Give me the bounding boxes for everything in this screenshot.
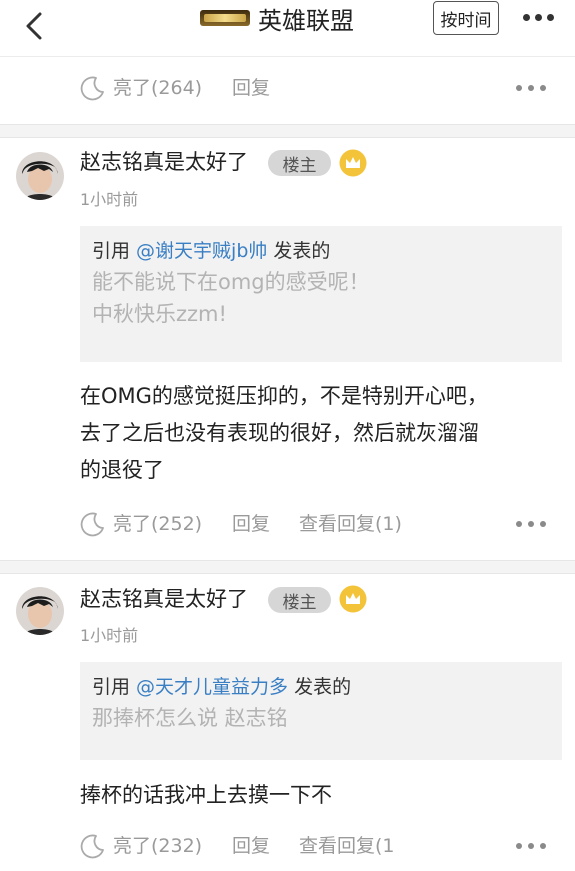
chevron-left-icon [26, 12, 42, 40]
username[interactable]: 赵志铭真是太好了 [80, 585, 248, 613]
divider [0, 56, 575, 57]
quoted-user-link[interactable]: @天才儿童益力多 [136, 676, 288, 698]
avatar[interactable] [16, 587, 64, 635]
quoted-user-link[interactable]: @谢天宇贼jb帅 [136, 240, 267, 262]
like-count-button[interactable]: 亮了(232) [113, 834, 202, 858]
lol-logo [200, 10, 250, 26]
comment-text: 在OMG的感觉挺压抑的，不是特别开心吧， 去了之后也没有表现的很好，然后就灰溜溜… [80, 384, 488, 482]
comment-action-bar: 亮了(252) 回复 查看回复(1) [0, 504, 575, 544]
more-options-button[interactable] [516, 517, 550, 531]
more-options-button[interactable] [516, 839, 550, 853]
quote-header: 引用 @谢天宇贼jb帅 发表的 [92, 240, 331, 262]
post-time: 1小时前 [80, 626, 139, 645]
comment-action-bar: 亮了(232) 回复 查看回复(1 [0, 826, 575, 866]
back-button[interactable] [16, 8, 52, 44]
like-count-button[interactable]: 亮了(264) [113, 76, 202, 100]
moon-icon[interactable] [80, 833, 106, 859]
like-count-button[interactable]: 亮了(252) [113, 512, 202, 536]
moon-icon[interactable] [80, 511, 106, 537]
quote-line: 能不能说下在omg的感受呢！ [92, 270, 370, 294]
crown-icon [339, 149, 367, 177]
view-replies-link[interactable]: 查看回复(1 [299, 834, 395, 858]
section-separator [0, 560, 575, 574]
quote-line: 那捧杯怎么说 赵志铭 [92, 706, 288, 730]
more-horizontal-icon [516, 521, 522, 527]
crown-icon [339, 585, 367, 613]
post-time: 1小时前 [80, 190, 139, 209]
comment-text: 捧杯的话我冲上去摸一下不 [80, 783, 332, 807]
quote-header: 引用 @天才儿童益力多 发表的 [92, 676, 352, 698]
top-nav-bar: 英雄联盟 按时间 [0, 0, 575, 56]
username[interactable]: 赵志铭真是太好了 [80, 148, 248, 176]
op-badge: 楼主 [268, 587, 331, 613]
view-replies-link[interactable]: 查看回复(1) [299, 512, 402, 536]
moon-icon[interactable] [80, 75, 106, 101]
more-horizontal-icon [522, 13, 530, 21]
more-options-button[interactable] [516, 8, 560, 26]
more-horizontal-icon [516, 843, 522, 849]
quote-block: 引用 @谢天宇贼jb帅 发表的 能不能说下在omg的感受呢！ 中秋快乐zzm! [80, 226, 562, 362]
section-separator [0, 124, 575, 138]
avatar-image [16, 587, 64, 635]
reply-button[interactable]: 回复 [232, 76, 270, 100]
sort-by-time-button[interactable]: 按时间 [433, 1, 499, 35]
reply-button[interactable]: 回复 [232, 512, 270, 536]
page-title: 英雄联盟 [258, 6, 354, 35]
reply-button[interactable]: 回复 [232, 834, 270, 858]
quote-line: 中秋快乐zzm! [92, 302, 227, 326]
page-title-group: 英雄联盟 [200, 0, 354, 36]
more-options-button[interactable] [516, 81, 550, 95]
avatar-image [16, 152, 64, 200]
avatar[interactable] [16, 152, 64, 200]
quote-block: 引用 @天才儿童益力多 发表的 那捧杯怎么说 赵志铭 [80, 662, 562, 760]
op-badge: 楼主 [268, 150, 331, 176]
post-action-bar: 亮了(264) 回复 [0, 68, 575, 108]
more-horizontal-icon [516, 85, 522, 91]
